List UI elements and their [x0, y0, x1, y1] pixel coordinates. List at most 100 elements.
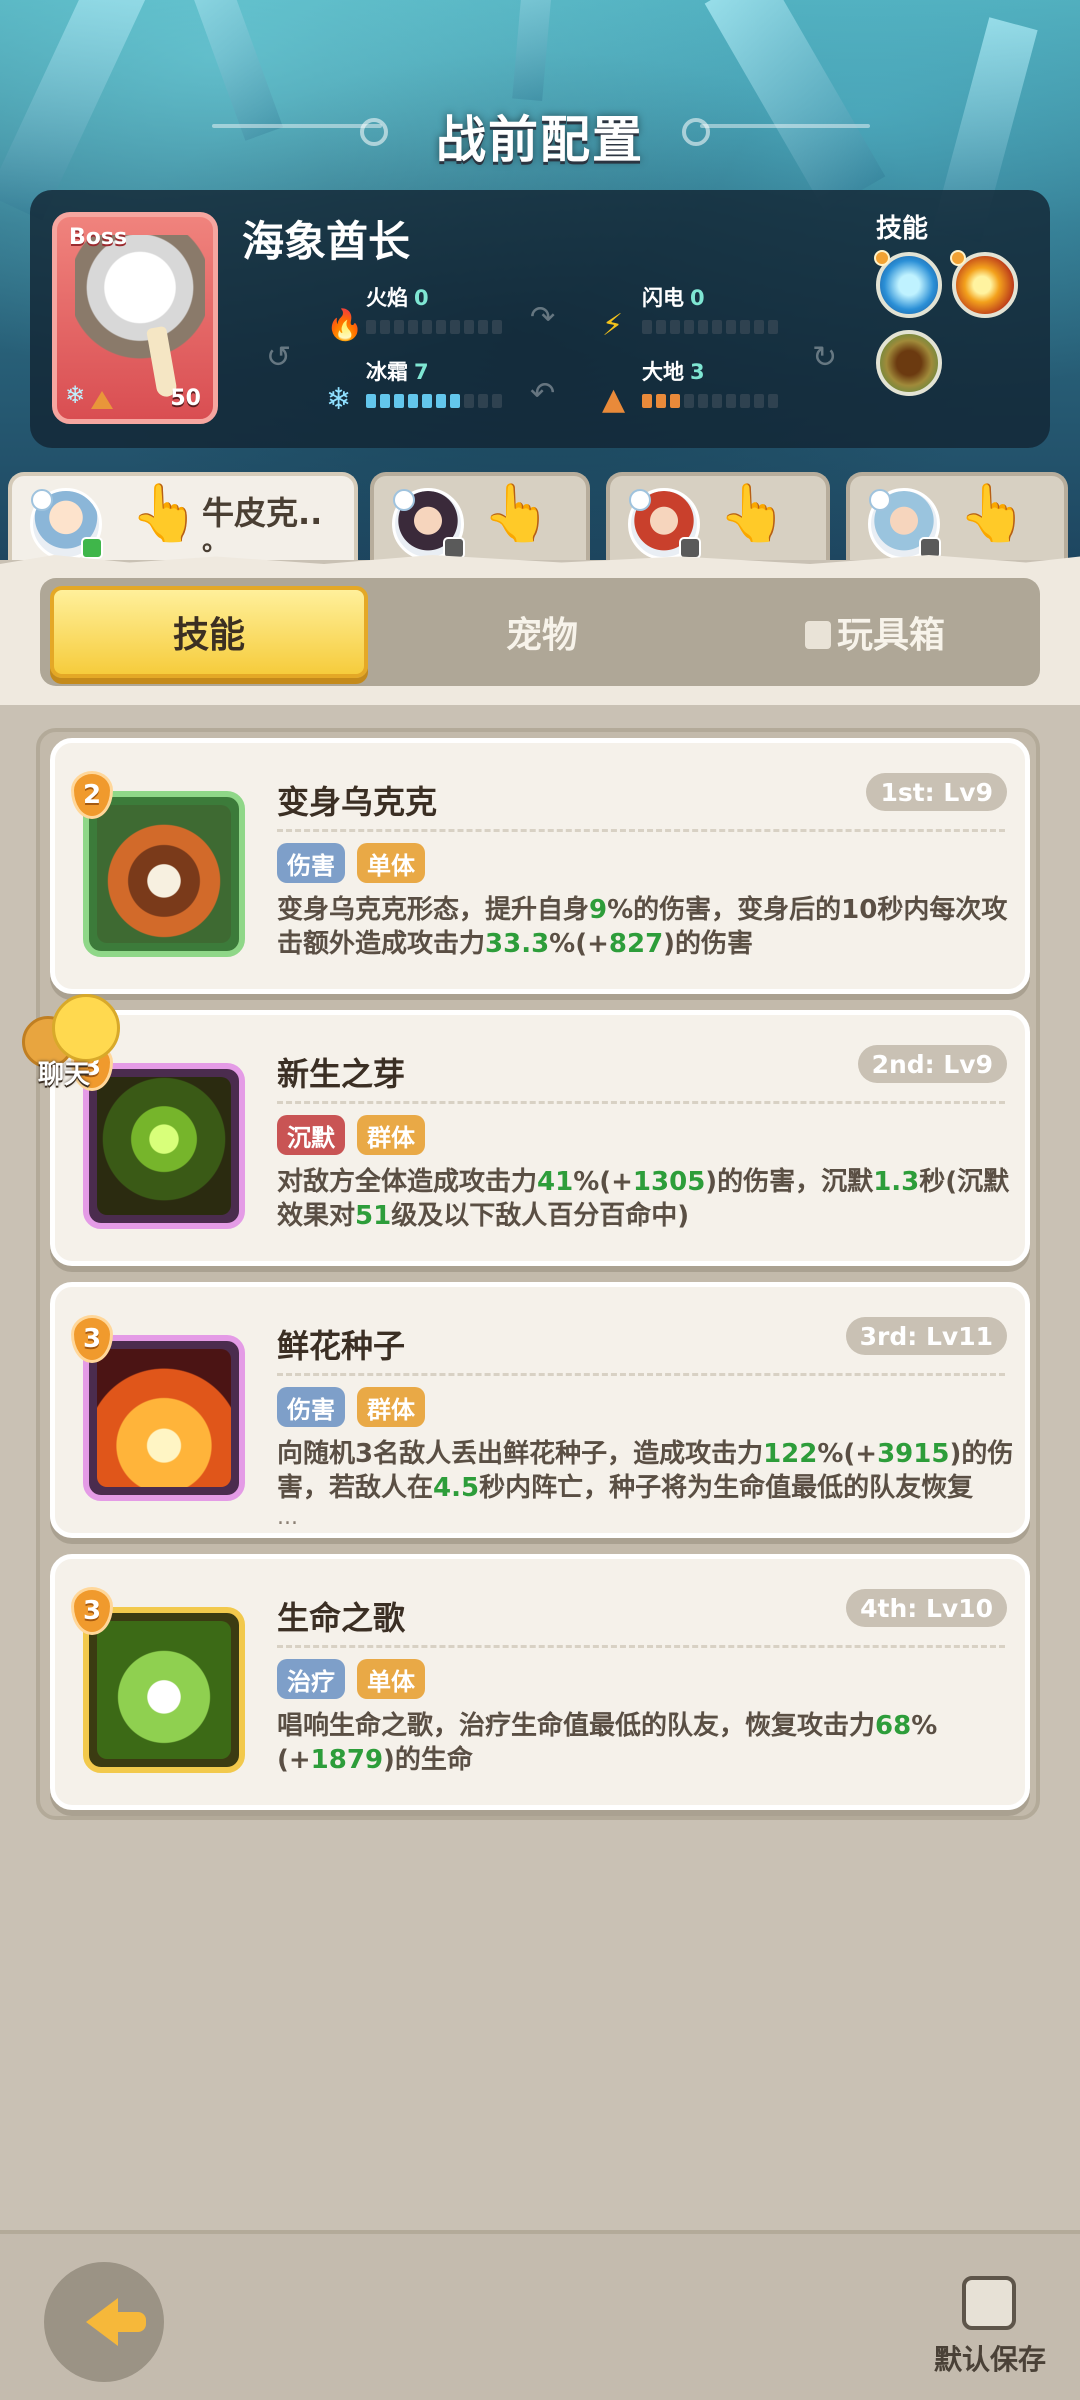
hero-tab-4[interactable]: 👆: [846, 472, 1068, 562]
stat-bar-segment: [408, 394, 418, 408]
desc-value: 1.3: [873, 1167, 920, 1197]
desc-value: 3915: [877, 1439, 950, 1469]
skill-title: 变身乌克克: [277, 783, 438, 821]
desc-text: 向随机3名敌人丢出鲜花种子，造成攻击力: [277, 1439, 764, 1469]
stat-bar-segment: [768, 320, 778, 334]
desc-value: 122: [763, 1439, 818, 1469]
hero-tab-2[interactable]: 👆: [370, 472, 590, 562]
stat-fire-bar: [366, 320, 502, 334]
desc-value: 41: [537, 1167, 574, 1197]
desc-text: 秒内阵亡，种子将为生命值最低的队友恢复: [479, 1473, 974, 1503]
tap-hand-icon: 👆: [958, 481, 1028, 546]
default-save-checkbox[interactable]: [962, 2276, 1016, 2330]
skill-title: 生命之歌: [277, 1599, 406, 1637]
stat-bar-segment: [492, 320, 502, 334]
desc-value: 51: [355, 1201, 392, 1231]
element-badge-icon: [629, 489, 651, 511]
tap-hand-icon: 👆: [718, 481, 788, 546]
hero-avatar: [868, 488, 941, 560]
skill-card[interactable]: 3 生命之歌 4th: Lv10 治疗 单体 唱响生命之歌，治疗生命值最低的队友…: [50, 1554, 1030, 1810]
skill-title: 鲜花种子: [277, 1327, 406, 1365]
skill-description: 变身乌克克形态，提升自身9%的伤害，变身后的10秒内每次攻击额外造成攻击力33.…: [277, 893, 1017, 995]
fire-icon: 🔥: [326, 308, 364, 343]
element-badge-icon: [869, 489, 891, 511]
ice-orb-icon[interactable]: [874, 250, 942, 318]
stat-bar-segment: [656, 320, 666, 334]
skill-description: 唱响生命之歌，治疗生命值最低的队友，恢复攻击力68%(+1879)的生命: [277, 1709, 1017, 1811]
skill-tag: 单体: [357, 843, 425, 883]
category-tabs: 技能 宠物 玩具箱: [40, 578, 1040, 686]
fire-orb-icon[interactable]: [950, 250, 1018, 318]
stat-bar-segment: [478, 394, 488, 408]
skill-icon-frame: [83, 1607, 245, 1773]
lightning-icon: ⚡: [602, 308, 624, 343]
skill-rank-badge: 2nd: Lv9: [857, 1045, 1007, 1083]
tab-toybox[interactable]: 玩具箱: [740, 586, 1010, 678]
pet-badge-icon: [443, 537, 465, 559]
skill-tag: 沉默: [277, 1115, 345, 1155]
desc-value: 33.3: [485, 929, 550, 959]
tab-pets[interactable]: 宠物: [412, 586, 672, 678]
smiley-chat-icon: [52, 994, 120, 1062]
boss-card[interactable]: Boss ❄ 50: [52, 212, 218, 424]
cycle-arrow-icon: ↺: [266, 340, 292, 375]
stat-bar-segment: [670, 394, 680, 408]
earth-orb-icon[interactable]: [876, 330, 942, 396]
skill-tag: 治疗: [277, 1659, 345, 1699]
skill-card[interactable]: 2 变身乌克克 1st: Lv9 伤害 单体 变身乌克克形态，提升自身9%的伤害…: [50, 738, 1030, 994]
stat-bar-segment: [670, 320, 680, 334]
orb-badge: [950, 250, 966, 266]
stat-bar-segment: [380, 320, 390, 334]
desc-text: )的伤害: [663, 929, 754, 959]
stat-bar-segment: [754, 320, 764, 334]
stat-bar-segment: [464, 320, 474, 334]
desc-text: 级及以下敌人百分百命中): [391, 1201, 690, 1231]
cycle-arrow-icon: ↶: [530, 376, 556, 411]
hero-tab-1[interactable]: 👆 牛皮克.. 。: [8, 472, 358, 562]
stat-lightning-label: 闪电: [642, 286, 684, 310]
stat-bar-segment: [642, 320, 652, 334]
cycle-arrow-icon: ↷: [530, 300, 556, 335]
desc-text: 对敌方全体造成攻击力: [277, 1167, 538, 1197]
stat-bar-segment: [740, 320, 750, 334]
hero-avatar: [30, 488, 103, 560]
boss-level: 50: [170, 386, 201, 411]
stat-bar-segment: [366, 394, 376, 408]
skill-card[interactable]: 3 鲜花种子 3rd: Lv11 伤害 群体 向随机3名敌人丢出鲜花种子，造成攻…: [50, 1282, 1030, 1538]
orb-badge: [874, 250, 890, 266]
stat-bar-segment: [698, 394, 708, 408]
stat-lightning-bar: [642, 320, 778, 334]
stat-frost-bar: [366, 394, 502, 408]
skill-card[interactable]: 3 新生之芽 2nd: Lv9 沉默 群体 对敌方全体造成攻击力41%(+130…: [50, 1010, 1030, 1266]
stat-earth-label: 大地: [642, 360, 684, 384]
desc-value: 9: [589, 895, 608, 925]
stat-fire-value: 0: [414, 286, 429, 310]
stat-bar-segment: [394, 320, 404, 334]
default-save-label: 默认保存: [934, 2343, 1047, 2376]
skill-icon-frame: [83, 1335, 245, 1501]
desc-text: )的生命: [383, 1745, 473, 1775]
boss-tag: Boss: [69, 225, 128, 250]
tab-skills[interactable]: 技能: [50, 586, 368, 678]
stat-bar-segment: [726, 320, 736, 334]
chat-button[interactable]: 聊天: [22, 990, 132, 1100]
skill-rank-badge: 4th: Lv10: [846, 1589, 1007, 1627]
stat-bar-segment: [422, 394, 432, 408]
desc-text: 唱响生命之歌，治疗生命值最低的队友，恢复攻击力: [277, 1711, 876, 1741]
skill-tag: 群体: [357, 1115, 425, 1155]
desc-text: %(+: [549, 929, 609, 959]
skill-icon-frame: [83, 791, 245, 957]
title-swirl-right: [682, 118, 710, 146]
hero-tab-3[interactable]: 👆: [606, 472, 830, 562]
stat-bar-segment: [698, 320, 708, 334]
desc-text: %(+: [573, 1167, 633, 1197]
desc-value: 827: [608, 929, 664, 959]
back-arrow-icon: [86, 2298, 146, 2346]
tap-hand-icon: 👆: [482, 481, 552, 546]
skill-tag: 伤害: [277, 1387, 345, 1427]
desc-value: 1879: [310, 1745, 384, 1775]
divider: [277, 1373, 1005, 1376]
desc-text: )的伤害，沉默: [705, 1167, 874, 1197]
skill-description: 向随机3名敌人丢出鲜花种子，造成攻击力122%(+3915)的伤害，若敌人在4.…: [277, 1437, 1017, 1505]
back-button[interactable]: [44, 2262, 164, 2382]
